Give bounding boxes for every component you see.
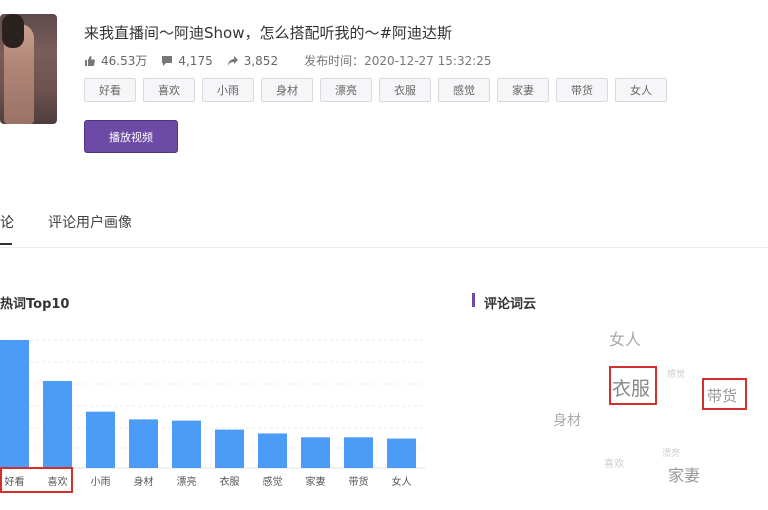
video-title: 来我直播间～阿迪Show，怎么搭配听我的～#阿迪达斯: [84, 24, 453, 42]
highlight-box-clothes: [609, 366, 657, 405]
wordcloud-title: 评论词云: [484, 297, 537, 312]
cloud-word[interactable]: 身材: [553, 410, 581, 430]
cloud-word[interactable]: 漂亮: [662, 446, 680, 459]
tag-list: 好看 喜欢 小雨 身材 漂亮 衣服 感觉 家妻 带货 女人: [84, 78, 674, 102]
thumbnail-hair: [2, 14, 24, 48]
comments-stat: 4,175: [161, 53, 213, 68]
chart-bar[interactable]: [215, 429, 244, 468]
tag-item[interactable]: 好看: [84, 78, 136, 102]
tag-item[interactable]: 带货: [556, 78, 608, 102]
wordcloud-title-accent: [472, 293, 475, 307]
tag-item[interactable]: 身材: [261, 78, 313, 102]
shares-stat: 3,852: [227, 54, 278, 68]
thumbs-up-icon: [85, 55, 95, 66]
chart-category-label: 身材: [134, 475, 154, 488]
video-thumbnail[interactable]: [0, 14, 57, 124]
likes-stat: 46.53万: [84, 52, 147, 69]
chart-bar[interactable]: [43, 380, 72, 468]
likes-count: 46.53万: [101, 54, 148, 68]
chart-category-label: 感觉: [263, 475, 283, 488]
highlight-box-livestream: [702, 378, 747, 410]
chart-bar[interactable]: [129, 419, 158, 468]
highlight-box-labels: [0, 467, 73, 493]
chart-bar[interactable]: [0, 340, 29, 468]
chart-bar[interactable]: [301, 437, 330, 468]
chart-category-label: 带货: [349, 475, 369, 488]
tag-item[interactable]: 漂亮: [320, 78, 372, 102]
shares-count: 3,852: [243, 53, 279, 68]
tag-item[interactable]: 衣服: [379, 78, 431, 102]
chart-bar[interactable]: [172, 420, 201, 468]
tag-item[interactable]: 喜欢: [143, 78, 195, 102]
tag-item[interactable]: 女人: [615, 78, 667, 102]
chart-category-label: 女人: [392, 475, 412, 488]
tag-item[interactable]: 小雨: [202, 78, 254, 102]
cloud-word[interactable]: 喜欢: [604, 455, 624, 470]
cloud-word[interactable]: 家妻: [668, 462, 700, 486]
tag-item[interactable]: 感觉: [438, 78, 490, 102]
publish-time: 发布时间：2020-12-27 15:32:25: [304, 54, 492, 68]
tab-comment-analysis[interactable]: 论: [0, 212, 14, 232]
active-tab-indicator: [0, 243, 12, 245]
video-stats: 46.53万 4,175 3,852 发布时间：2020-12-27 15:32…: [84, 52, 506, 69]
comments-count: 4,175: [178, 53, 213, 68]
tag-item[interactable]: 家妻: [497, 78, 549, 102]
cloud-word[interactable]: 女人: [609, 326, 641, 350]
chart-category-label: 小雨: [91, 476, 111, 488]
chart-bar[interactable]: [258, 433, 287, 468]
cloud-word[interactable]: 感觉: [667, 367, 685, 380]
tab-commenter-profile[interactable]: 评论用户画像: [48, 212, 132, 232]
comment-icon: [162, 55, 173, 66]
chart-bar[interactable]: [86, 411, 115, 468]
chart-bar[interactable]: [387, 438, 416, 468]
chart-category-label: 漂亮: [177, 475, 197, 488]
tabs-divider: [0, 247, 768, 248]
chart-bar[interactable]: [344, 437, 373, 468]
chart-category-label: 家妻: [306, 475, 326, 488]
share-icon: [227, 55, 238, 66]
play-video-button[interactable]: 播放视频: [84, 120, 178, 153]
hotwords-title: 热词Top10: [0, 297, 70, 312]
chart-category-label: 衣服: [220, 475, 240, 488]
